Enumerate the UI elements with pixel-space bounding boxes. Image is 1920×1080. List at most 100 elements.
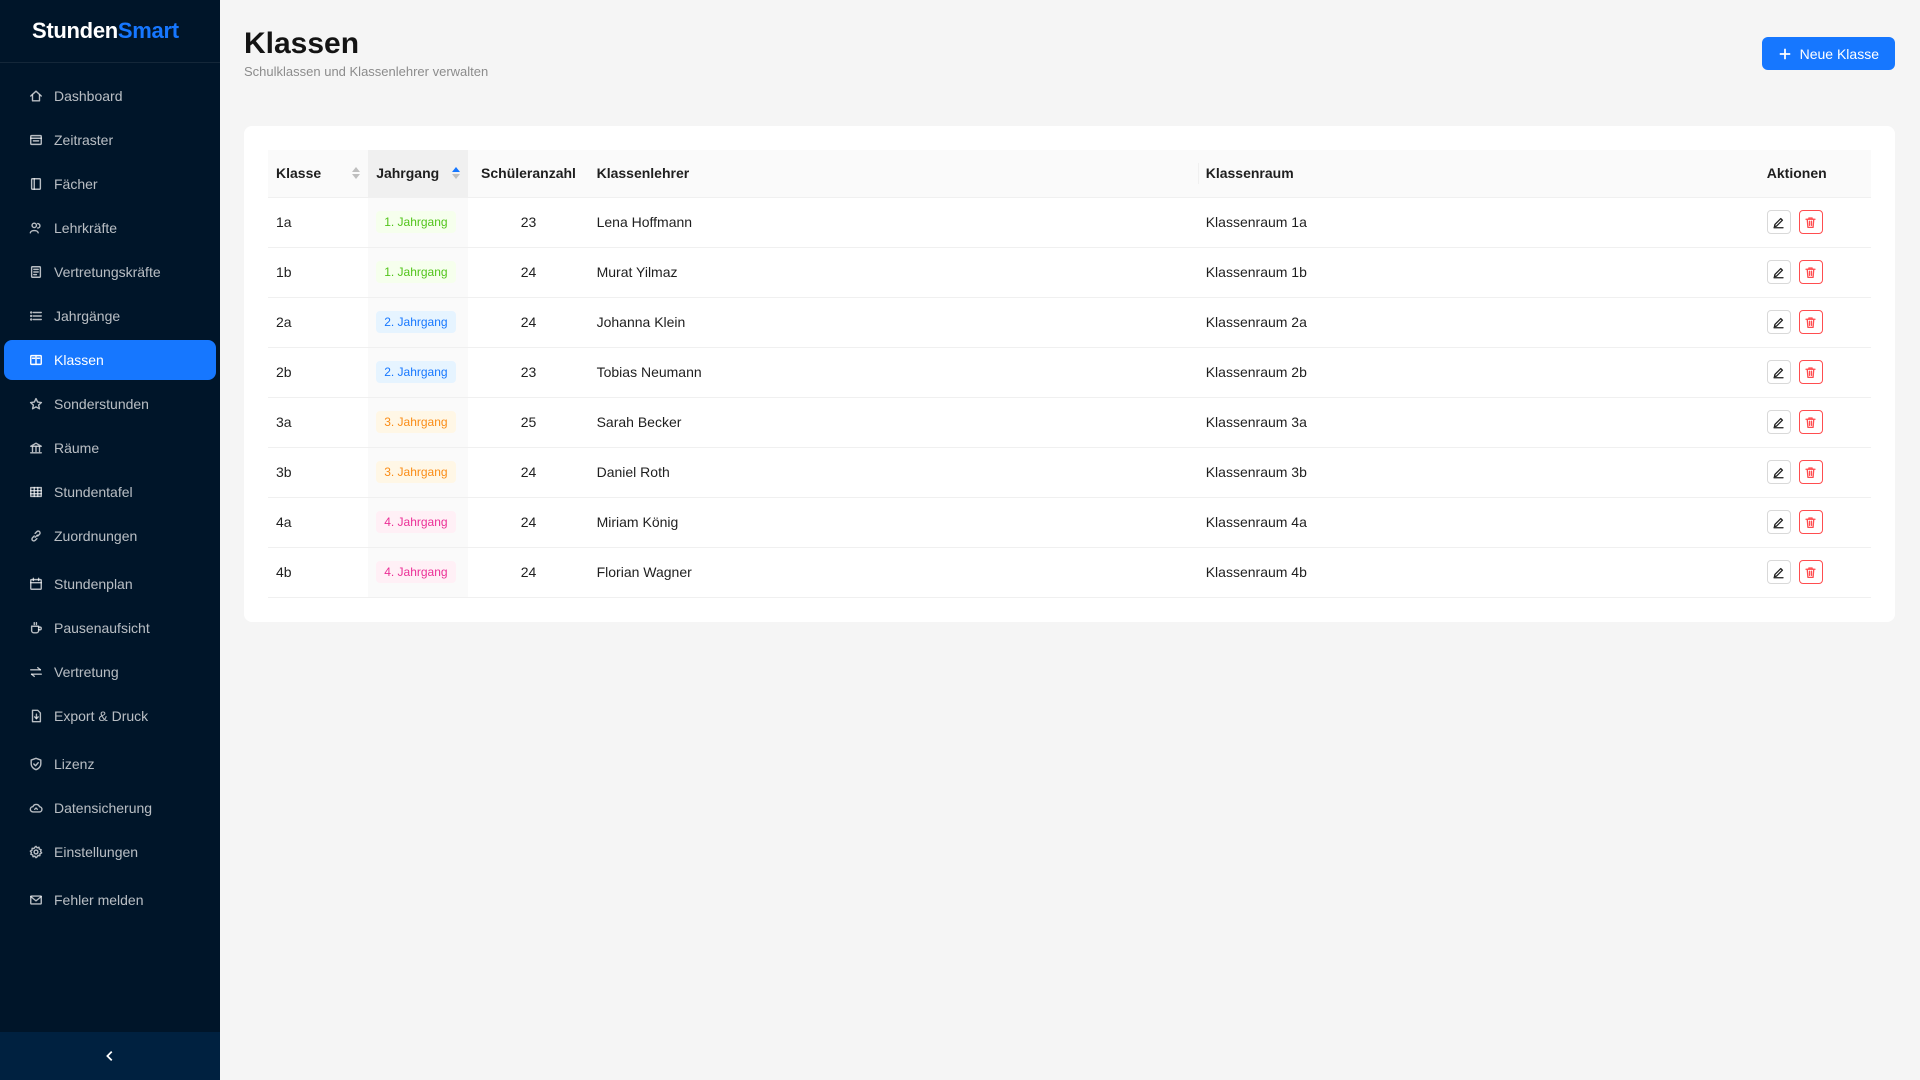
sidebar-item-jahrgaenge[interactable]: Jahrgänge <box>4 296 216 336</box>
table-row: 1b 1. Jahrgang 24 Murat Yilmaz Klassenraum 1… <box>268 247 1871 298</box>
cell-jahrgang: 2. Jahrgang <box>368 347 469 398</box>
column-header-klasse[interactable]: Klasse <box>268 150 369 198</box>
trash-icon <box>1805 516 1816 528</box>
classes-table: Klasse Jahrgang Schüleranzahl Klassenleh… <box>268 150 1871 598</box>
sidebar-item-stundentafel[interactable]: Stundentafel <box>4 472 216 512</box>
sidebar-item-klassen[interactable]: Klassen <box>4 340 216 380</box>
cell-klassenraum: Klassenraum 4b <box>1197 547 1759 598</box>
trash-icon <box>1805 466 1816 478</box>
edit-button[interactable] <box>1766 260 1791 284</box>
edit-icon <box>1773 267 1784 278</box>
sidebar-item-export-druck[interactable]: Export & Druck <box>4 696 216 736</box>
sidebar-item-label: Dashboard <box>54 88 123 104</box>
sidebar-item-label: Lehrkräfte <box>54 220 118 236</box>
cell-jahrgang: 4. Jahrgang <box>368 497 469 548</box>
cell-aktionen <box>1758 297 1871 348</box>
column-header-jahrgang-label: Jahrgang <box>376 165 440 182</box>
sort-icon <box>352 167 361 180</box>
sidebar-item-stundenplan[interactable]: Stundenplan <box>4 564 216 604</box>
list-icon <box>28 308 44 324</box>
sidebar-item-lizenz[interactable]: Lizenz <box>4 744 216 784</box>
edit-button[interactable] <box>1766 510 1791 534</box>
table-row: 2b 2. Jahrgang 23 Tobias Neumann Klassenraum… <box>268 347 1871 398</box>
table-row: 4b 4. Jahrgang 24 Florian Wagner Klassenraum… <box>268 547 1871 598</box>
sidebar-item-faecher[interactable]: Fächer <box>4 164 216 204</box>
cell-schueleranzahl: 25 <box>468 397 589 448</box>
sidebar-item-lehrkraefte[interactable]: Lehrkräfte <box>4 208 216 248</box>
main-content: Klassen Schulklassen und Klassenlehrer v… <box>220 0 1920 1080</box>
delete-button[interactable] <box>1798 410 1823 434</box>
link-icon <box>28 528 44 544</box>
sidebar-item-label: Vertretung <box>54 664 119 680</box>
trash-icon <box>1805 366 1816 378</box>
clock-grid-icon <box>28 132 44 148</box>
cell-schueleranzahl: 24 <box>468 497 589 548</box>
delete-button[interactable] <box>1798 460 1823 484</box>
cell-aktionen <box>1758 247 1871 298</box>
edit-button[interactable] <box>1766 460 1791 484</box>
column-header-klassenraum-label: Klassenraum <box>1205 165 1294 182</box>
sidebar-item-dashboard[interactable]: Dashboard <box>4 76 216 116</box>
sidebar-item-zuordnungen[interactable]: Zuordnungen <box>4 516 216 556</box>
delete-button[interactable] <box>1798 360 1823 384</box>
delete-button[interactable] <box>1798 560 1823 584</box>
sidebar-item-sonderstunden[interactable]: Sonderstunden <box>4 384 216 424</box>
users-icon <box>28 220 44 236</box>
sidebar-item-raeume[interactable]: Räume <box>4 428 216 468</box>
cell-klassenraum: Klassenraum 2a <box>1197 297 1759 348</box>
delete-button[interactable] <box>1798 210 1823 234</box>
cell-klasse: 3b <box>268 447 369 498</box>
sidebar-item-einstellungen[interactable]: Einstellungen <box>4 832 216 872</box>
row-actions <box>1766 260 1863 284</box>
logo-text-smart: Smart <box>117 18 179 43</box>
cell-klasse: 1b <box>268 247 369 298</box>
edit-button[interactable] <box>1766 360 1791 384</box>
cell-aktionen <box>1758 197 1871 248</box>
table-header-row: Klasse Jahrgang Schüleranzahl Klassenleh… <box>268 150 1871 198</box>
sidebar-item-datensicherung[interactable]: Datensicherung <box>4 788 216 828</box>
cell-klasse: 4b <box>268 547 369 598</box>
jahrgang-tag: 3. Jahrgang <box>376 461 456 483</box>
new-class-button[interactable]: Neue Klasse <box>1761 37 1895 70</box>
sidebar-item-vertretung[interactable]: Vertretung <box>4 652 216 692</box>
column-header-aktionen-label: Aktionen <box>1766 165 1827 182</box>
cell-klassenlehrer: Sarah Becker <box>588 397 1198 448</box>
delete-button[interactable] <box>1798 260 1823 284</box>
edit-button[interactable] <box>1766 560 1791 584</box>
cell-aktionen <box>1758 397 1871 448</box>
edit-button[interactable] <box>1766 210 1791 234</box>
delete-button[interactable] <box>1798 510 1823 534</box>
row-actions <box>1766 460 1863 484</box>
column-header-schueleranzahl: Schüleranzahl <box>468 150 589 198</box>
jahrgang-tag: 2. Jahrgang <box>376 361 456 383</box>
sidebar-collapse-button[interactable] <box>0 1032 220 1080</box>
home-icon <box>28 88 44 104</box>
delete-button[interactable] <box>1798 310 1823 334</box>
edit-button[interactable] <box>1766 310 1791 334</box>
cell-klassenraum: Klassenraum 3b <box>1197 447 1759 498</box>
sidebar-item-label: Export & Druck <box>54 708 149 724</box>
sidebar-item-pausenaufsicht[interactable]: Pausenaufsicht <box>4 608 216 648</box>
table-row: 4a 4. Jahrgang 24 Miriam König Klassenraum 4… <box>268 497 1871 548</box>
cell-schueleranzahl: 23 <box>468 347 589 398</box>
app-logo[interactable]: Stunden Smart <box>0 0 220 63</box>
new-class-button-label: Neue Klasse <box>1799 45 1879 62</box>
column-header-aktionen: Aktionen <box>1758 150 1871 198</box>
sidebar-item-zeitraster[interactable]: Zeitraster <box>4 120 216 160</box>
column-header-jahrgang[interactable]: Jahrgang <box>368 150 469 198</box>
sidebar-item-vertretungskraefte[interactable]: Vertretungskräfte <box>4 252 216 292</box>
edit-icon <box>1773 567 1784 578</box>
cell-aktionen <box>1758 347 1871 398</box>
edit-button[interactable] <box>1766 410 1791 434</box>
cell-schueleranzahl: 24 <box>468 247 589 298</box>
row-actions <box>1766 310 1863 334</box>
cloud-icon <box>28 800 44 816</box>
sidebar-item-fehler-melden[interactable]: Fehler melden <box>4 880 216 920</box>
cell-klasse: 1a <box>268 197 369 248</box>
sidebar-item-label: Zuordnungen <box>54 528 138 544</box>
cell-klassenlehrer: Daniel Roth <box>588 447 1198 498</box>
column-header-schueleranzahl-label: Schüleranzahl <box>481 165 576 182</box>
cell-jahrgang: 4. Jahrgang <box>368 547 469 598</box>
cell-klassenraum: Klassenraum 4a <box>1197 497 1759 548</box>
cell-klassenlehrer: Tobias Neumann <box>588 347 1198 398</box>
